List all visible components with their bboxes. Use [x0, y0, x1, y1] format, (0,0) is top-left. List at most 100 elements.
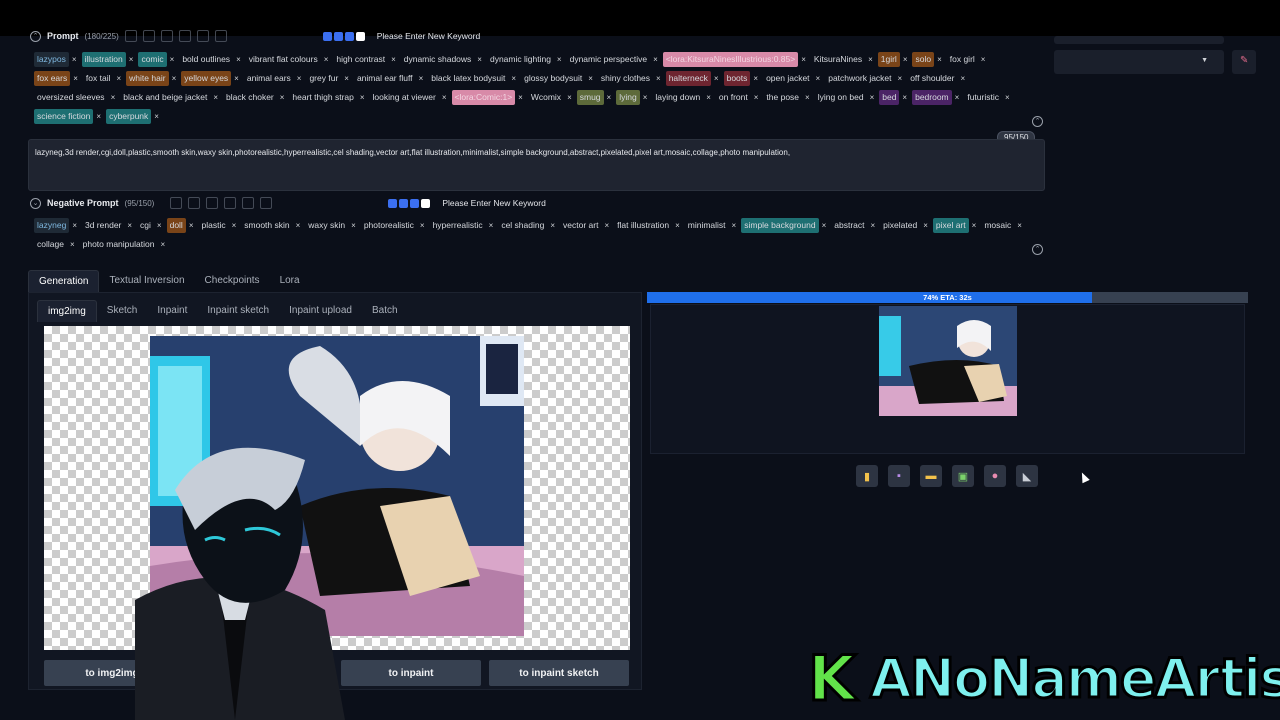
tag-chip[interactable]: hyperrealistic ×: [430, 216, 494, 235]
to-inpaint-sketch-button[interactable]: to inpaint sketch: [489, 660, 629, 686]
remove-tag-icon[interactable]: ×: [588, 69, 593, 88]
tag-chip[interactable]: fox girl ×: [947, 50, 986, 69]
tag-label[interactable]: cyberpunk: [106, 109, 152, 124]
remove-tag-icon[interactable]: ×: [96, 107, 101, 126]
remove-tag-icon[interactable]: ×: [154, 107, 159, 126]
tag-chip[interactable]: cgi ×: [137, 216, 162, 235]
output-thumbnail[interactable]: [879, 306, 1017, 416]
collapse-negative-icon[interactable]: ⌃: [1032, 244, 1043, 255]
tag-chip[interactable]: science fiction ×: [34, 107, 101, 126]
gear-icon[interactable]: [124, 30, 137, 42]
tag-chip[interactable]: bold outlines ×: [179, 50, 240, 69]
remove-tag-icon[interactable]: ×: [296, 216, 301, 235]
remove-tag-icon[interactable]: ×: [902, 88, 907, 107]
remove-tag-icon[interactable]: ×: [923, 216, 928, 235]
tag-label[interactable]: halterneck: [665, 71, 711, 86]
tag-chip[interactable]: animal ear fluff ×: [354, 69, 423, 88]
gear-icon[interactable]: [170, 197, 183, 209]
tag-chip[interactable]: bedroom ×: [912, 88, 959, 107]
tag-chip[interactable]: illustration ×: [81, 50, 133, 69]
tag-label[interactable]: dynamic perspective: [567, 52, 650, 67]
tag-label[interactable]: heart thigh strap: [289, 90, 356, 105]
tag-label[interactable]: plastic: [199, 218, 229, 233]
tag-label[interactable]: simple background: [741, 218, 819, 233]
edit-button[interactable]: ✎: [1232, 50, 1256, 74]
remove-tag-icon[interactable]: ×: [805, 88, 810, 107]
remove-tag-icon[interactable]: ×: [511, 69, 516, 88]
tag-chip[interactable]: abstract ×: [831, 216, 875, 235]
tag-label[interactable]: lazyneg: [34, 218, 70, 233]
remove-tag-icon[interactable]: ×: [391, 50, 396, 69]
tag-label[interactable]: doll: [166, 218, 186, 233]
tag-chip[interactable]: high contrast ×: [333, 50, 395, 69]
tag-label[interactable]: futuristic: [964, 90, 1002, 105]
tag-label[interactable]: abstract: [831, 218, 867, 233]
negative-prompt-textarea[interactable]: lazyneg,3d render,cgi,doll,plastic,smoot…: [28, 139, 1045, 191]
remove-tag-icon[interactable]: ×: [656, 69, 661, 88]
tag-label[interactable]: lying: [616, 90, 640, 105]
tag-chip[interactable]: black latex bodysuit ×: [428, 69, 516, 88]
remove-tag-icon[interactable]: ×: [344, 69, 349, 88]
remove-tag-icon[interactable]: ×: [442, 88, 447, 107]
remove-tag-icon[interactable]: ×: [753, 69, 758, 88]
tag-chip[interactable]: dynamic perspective ×: [567, 50, 658, 69]
remove-tag-icon[interactable]: ×: [518, 88, 523, 107]
keyword-toggles[interactable]: [388, 198, 431, 208]
remove-tag-icon[interactable]: ×: [604, 216, 609, 235]
remove-tag-icon[interactable]: ×: [816, 69, 821, 88]
trash-icon[interactable]: [260, 197, 273, 209]
checkbox-icon[interactable]: [322, 31, 332, 41]
tag-chip[interactable]: open jacket ×: [763, 69, 820, 88]
remove-tag-icon[interactable]: ×: [898, 69, 903, 88]
tag-label[interactable]: yellow eyes: [181, 71, 232, 86]
tag-chip[interactable]: glossy bodysuit ×: [521, 69, 593, 88]
settings-icon[interactable]: [142, 30, 155, 42]
tag-chip[interactable]: collage ×: [34, 235, 75, 254]
tag-chip[interactable]: 3d render ×: [82, 216, 132, 235]
dropdown-select[interactable]: ▼: [1054, 50, 1224, 74]
tag-label[interactable]: photorealistic: [361, 218, 417, 233]
tag-label[interactable]: vibrant flat colours: [246, 52, 321, 67]
checkbox-icon[interactable]: [333, 31, 343, 41]
tab-batch[interactable]: Batch: [362, 300, 408, 322]
tag-chip[interactable]: black choker ×: [223, 88, 284, 107]
remove-tag-icon[interactable]: ×: [111, 88, 116, 107]
remove-tag-icon[interactable]: ×: [280, 88, 285, 107]
tag-chip[interactable]: shiny clothes ×: [598, 69, 661, 88]
remove-tag-icon[interactable]: ×: [754, 88, 759, 107]
tag-label[interactable]: animal ears: [244, 71, 294, 86]
tag-label[interactable]: <lora:KitsuraNinesIllustrious:0.85>: [662, 52, 799, 67]
tag-label[interactable]: bold outlines: [179, 52, 233, 67]
tag-label[interactable]: dynamic lighting: [487, 52, 554, 67]
tag-chip[interactable]: vibrant flat colours ×: [246, 50, 329, 69]
tag-chip[interactable]: pixelated ×: [880, 216, 928, 235]
remove-tag-icon[interactable]: ×: [489, 216, 494, 235]
remove-tag-icon[interactable]: ×: [213, 88, 218, 107]
tag-chip[interactable]: simple background ×: [741, 216, 826, 235]
tag-chip[interactable]: flat illustration ×: [614, 216, 680, 235]
paste-icon[interactable]: [224, 197, 237, 209]
to-inpaint-button[interactable]: to inpaint: [341, 660, 481, 686]
remove-tag-icon[interactable]: ×: [189, 216, 194, 235]
remove-tag-icon[interactable]: ×: [1017, 216, 1022, 235]
remove-tag-icon[interactable]: ×: [160, 235, 165, 254]
tab-inpaint-upload[interactable]: Inpaint upload: [279, 300, 362, 322]
tag-chip[interactable]: lying ×: [616, 88, 647, 107]
collapse-icon[interactable]: ⌃: [30, 30, 41, 42]
tag-chip[interactable]: heart thigh strap ×: [289, 88, 364, 107]
tag-label[interactable]: the pose: [763, 90, 802, 105]
tag-label[interactable]: lazypos: [34, 52, 69, 67]
remove-tag-icon[interactable]: ×: [324, 50, 329, 69]
tag-chip[interactable]: grey fur ×: [306, 69, 349, 88]
checkbox-icon[interactable]: [344, 31, 354, 41]
tag-chip[interactable]: plastic ×: [199, 216, 237, 235]
settings-icon[interactable]: [188, 197, 201, 209]
tag-label[interactable]: fox tail: [83, 71, 114, 86]
tag-chip[interactable]: smooth skin ×: [241, 216, 300, 235]
remove-tag-icon[interactable]: ×: [1005, 88, 1010, 107]
tag-chip[interactable]: lying on bed ×: [815, 88, 875, 107]
tag-chip[interactable]: lazyneg ×: [34, 216, 77, 235]
remove-tag-icon[interactable]: ×: [653, 50, 658, 69]
tab-lora[interactable]: Lora: [270, 270, 310, 292]
copy-icon[interactable]: [206, 197, 219, 209]
